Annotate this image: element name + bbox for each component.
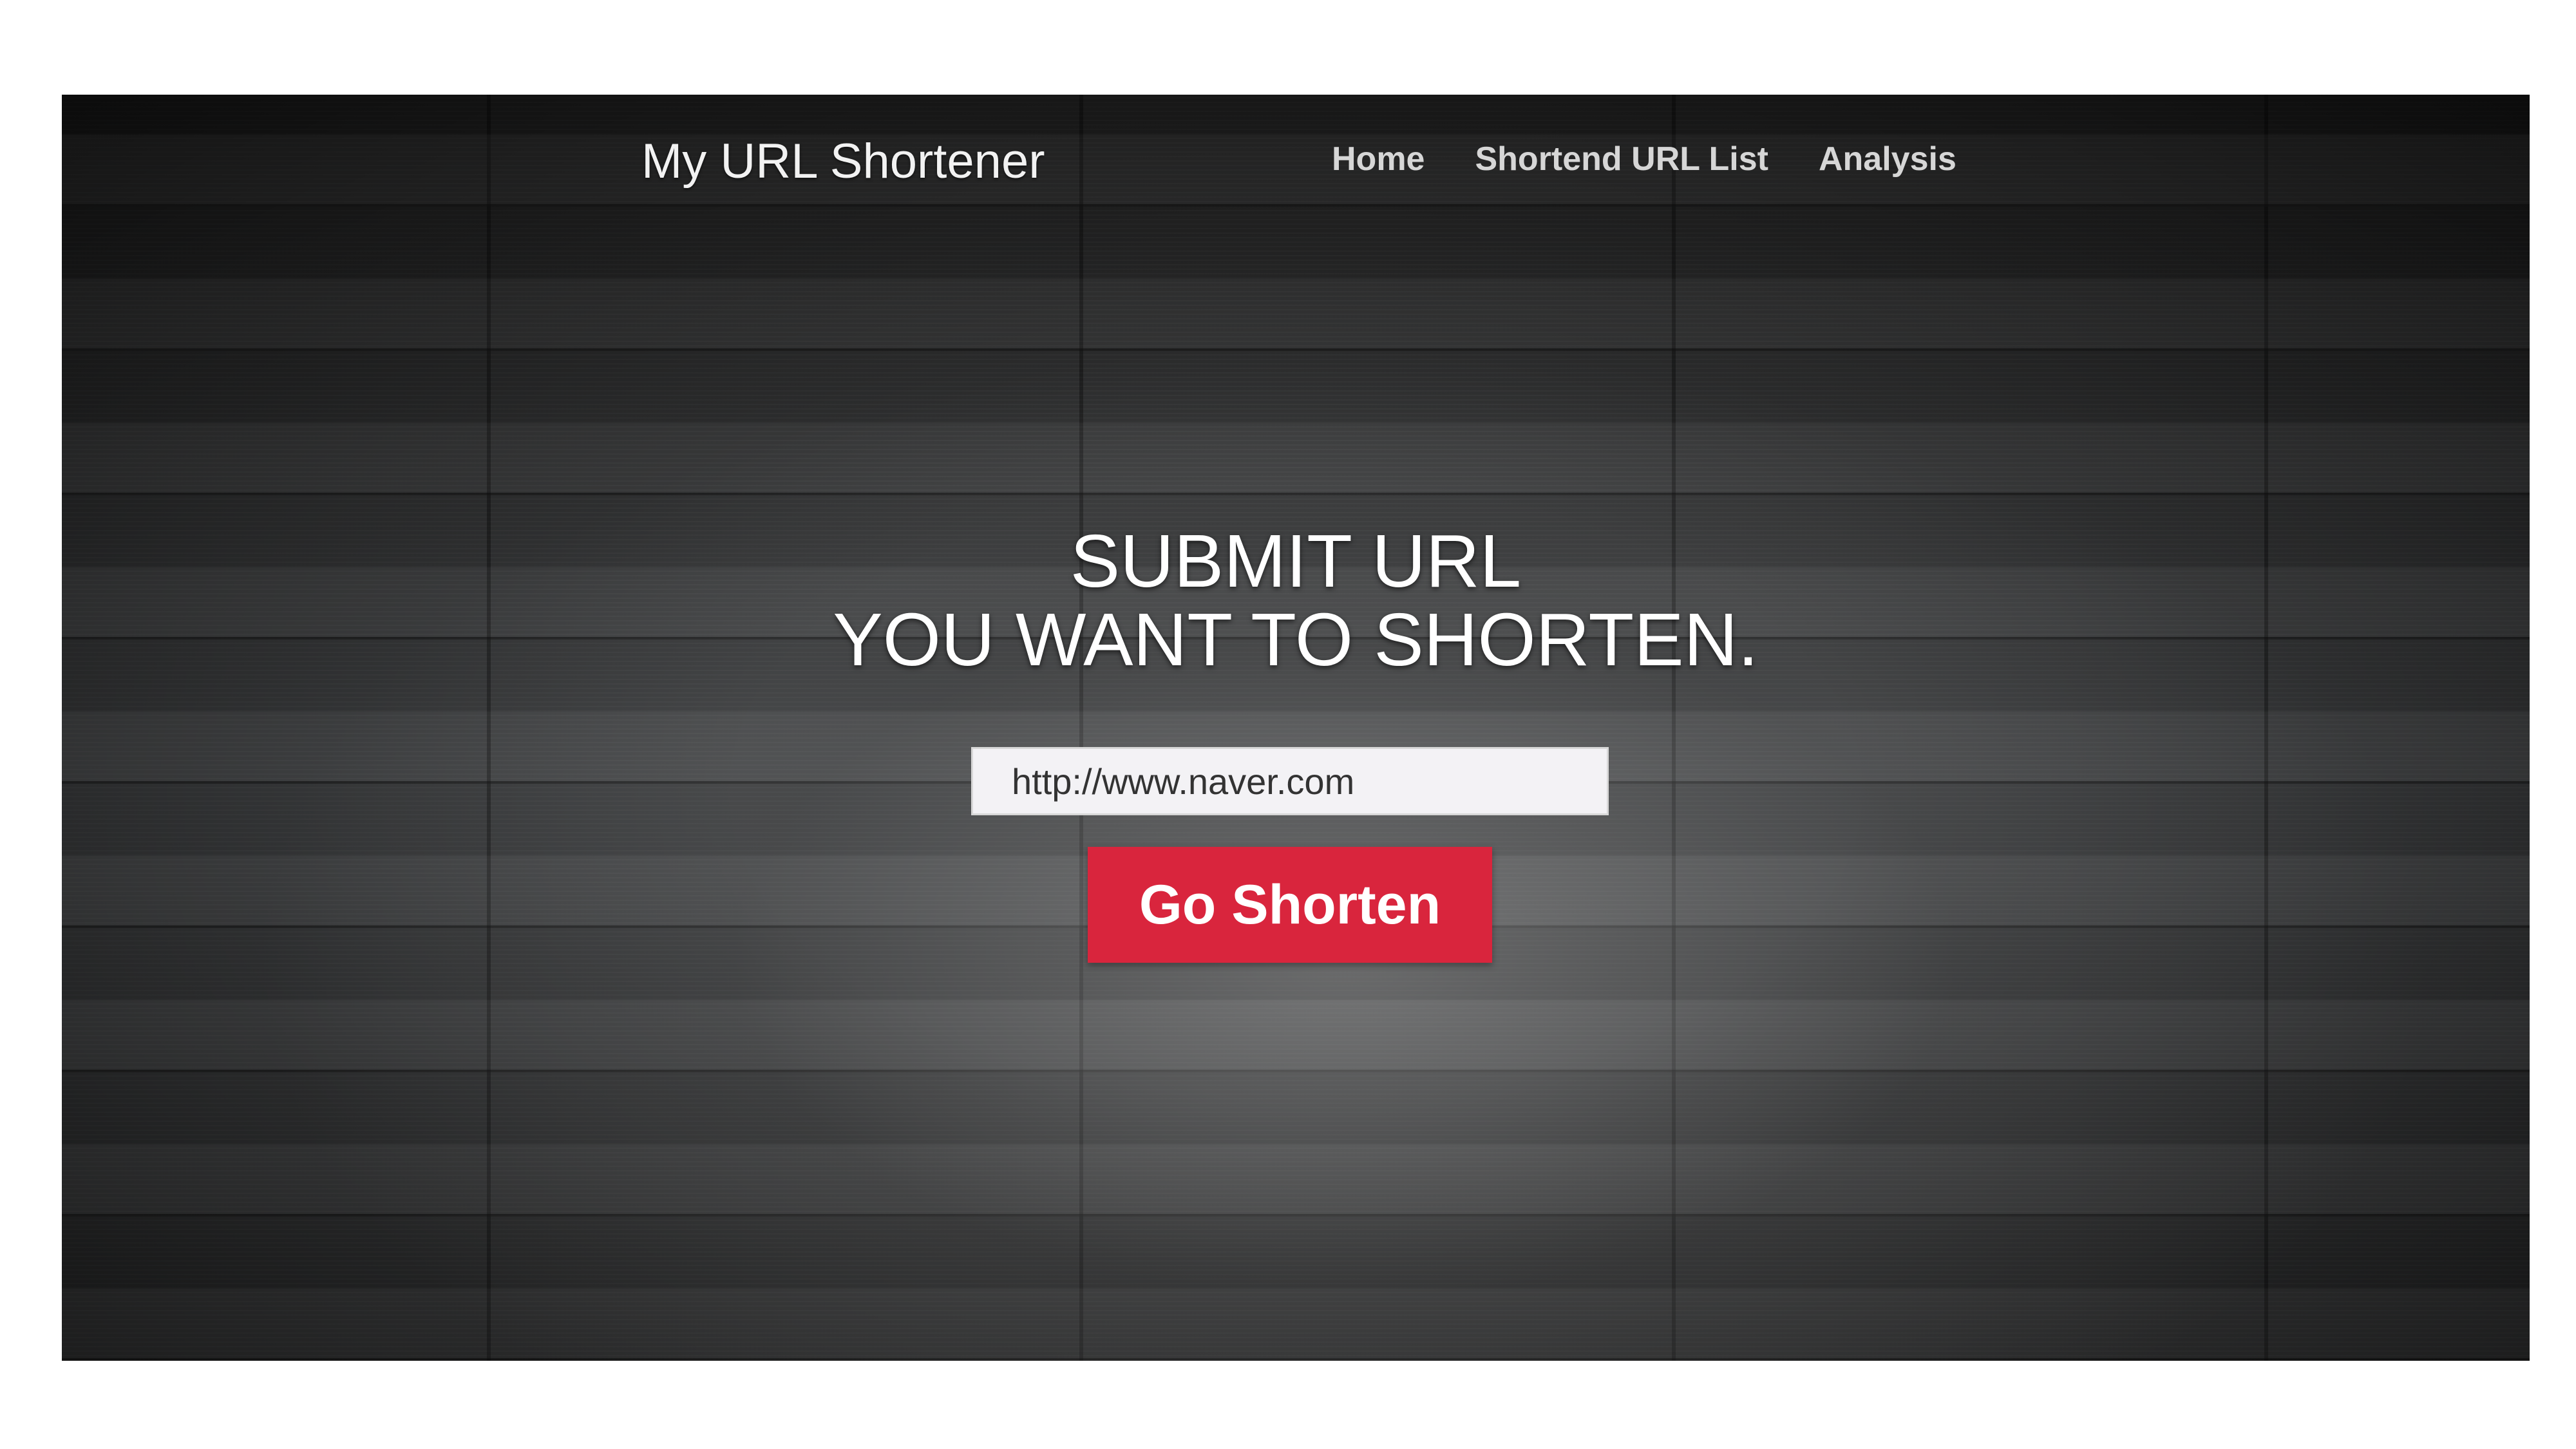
nav-home[interactable]: Home <box>1332 140 1425 178</box>
hero-heading-line1: SUBMIT URL <box>1070 519 1522 603</box>
nav-shortened-url-list[interactable]: Shortend URL List <box>1475 140 1768 178</box>
go-shorten-button[interactable]: Go Shorten <box>1088 847 1492 963</box>
top-nav: Home Shortend URL List Analysis <box>1332 140 1956 178</box>
brand-title[interactable]: My URL Shortener <box>641 133 1045 189</box>
page-background: My URL Shortener Home Shortend URL List … <box>62 95 2530 1361</box>
url-input[interactable] <box>971 747 1609 815</box>
nav-analysis[interactable]: Analysis <box>1819 140 1956 178</box>
hero-heading-line2: YOU WANT TO SHORTEN. <box>833 598 1759 681</box>
wood-texture <box>62 95 2530 1361</box>
